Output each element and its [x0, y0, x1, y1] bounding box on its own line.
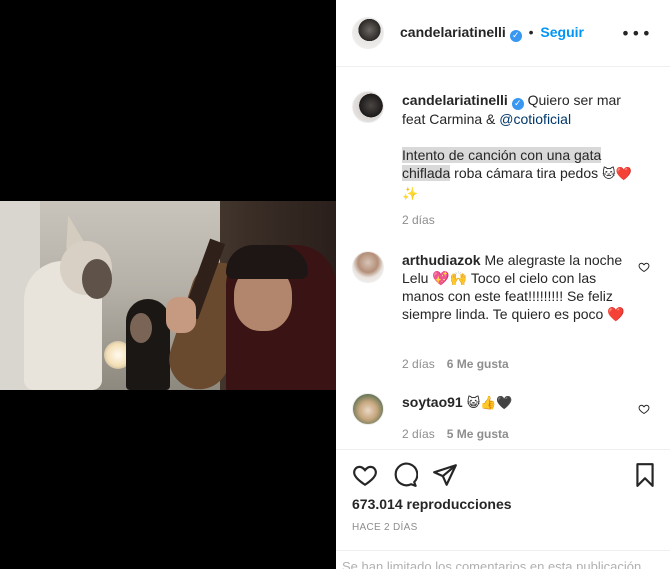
caption-time[interactable]: 2 días	[402, 213, 435, 227]
video-player[interactable]	[0, 201, 336, 390]
comments-section[interactable]: candelariatinelli ✓ Quiero ser mar feat …	[336, 67, 670, 449]
comment-meta: 2 días 5 Me gusta	[402, 427, 509, 441]
heart-icon[interactable]	[352, 462, 378, 488]
comment-time[interactable]: 2 días	[402, 357, 435, 371]
avatar[interactable]	[352, 91, 384, 123]
post-media[interactable]	[0, 0, 336, 569]
comment-meta: 2 días 6 Me gusta	[402, 357, 509, 371]
comment-time[interactable]: 2 días	[402, 427, 435, 441]
username-link[interactable]: soytao91	[402, 394, 463, 410]
username-link[interactable]: candelariatinelli	[400, 24, 506, 40]
mention-link[interactable]: @cotioficial	[499, 111, 571, 127]
hand	[166, 297, 196, 333]
like-comment-heart-icon[interactable]	[638, 403, 650, 415]
view-count[interactable]: 673.014 reproducciones	[352, 496, 512, 512]
person-right-hair	[226, 245, 308, 279]
verified-badge-icon: ✓	[511, 98, 524, 110]
comment-likes[interactable]: 5 Me gusta	[447, 427, 509, 441]
caption-meta: 2 días	[402, 213, 435, 227]
caption: candelariatinelli ✓ Quiero ser mar feat …	[352, 91, 654, 231]
comment-body: soytao91 😺👍🖤	[402, 393, 632, 413]
avatar[interactable]	[352, 393, 384, 425]
share-icon[interactable]	[432, 462, 458, 488]
person-left	[126, 299, 170, 390]
caption-text-part2: roba cámara tira pedos	[454, 165, 599, 181]
header-user-row: candelariatinelli ✓ • Seguir	[400, 24, 584, 42]
comment-body: arthudiazok Me alegraste la noche Lelu 💖…	[402, 251, 632, 323]
like-comment-heart-icon[interactable]	[638, 261, 650, 273]
comment-item: soytao91 😺👍🖤 2 días 5 Me gusta	[352, 393, 654, 443]
bookmark-icon[interactable]	[632, 462, 658, 488]
comment-icon[interactable]	[392, 462, 418, 488]
avatar[interactable]	[352, 251, 384, 283]
post-actions: 673.014 reproducciones HACE 2 DÍAS Se ha…	[336, 449, 670, 569]
comment-item: arthudiazok Me alegraste la noche Lelu 💖…	[352, 251, 654, 371]
follow-button[interactable]: Seguir	[540, 24, 584, 40]
comment-text: 😺👍🖤	[466, 396, 513, 411]
more-options-icon[interactable]: •••	[621, 24, 652, 43]
person-left-face	[130, 313, 152, 343]
comment-likes[interactable]: 6 Me gusta	[447, 357, 509, 371]
caption-body: candelariatinelli ✓ Quiero ser mar feat …	[402, 91, 647, 204]
post-timestamp[interactable]: HACE 2 DÍAS	[352, 522, 418, 533]
cat-face	[82, 259, 112, 299]
username-link[interactable]: arthudiazok	[402, 252, 481, 268]
separator-dot: •	[528, 24, 534, 40]
comments-limited-notice: Se han limitado los comentarios en esta …	[336, 550, 670, 569]
verified-badge-icon: ✓	[509, 30, 522, 42]
post-sidebar: candelariatinelli ✓ • Seguir ••• candela…	[336, 0, 670, 569]
username-link[interactable]: candelariatinelli	[402, 92, 508, 108]
post-header: candelariatinelli ✓ • Seguir •••	[336, 0, 670, 67]
avatar[interactable]	[352, 17, 384, 49]
